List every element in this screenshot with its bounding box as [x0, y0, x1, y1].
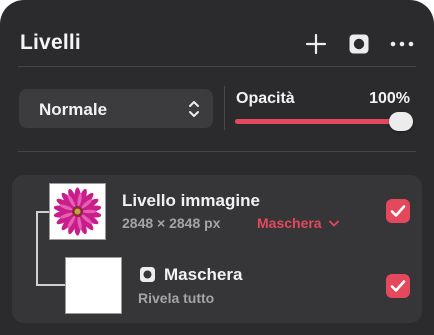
add-layer-button[interactable]: [303, 31, 329, 57]
plus-icon: [305, 33, 327, 55]
opacity-slider-fill: [235, 119, 405, 124]
opacity-label: Opacità: [236, 90, 295, 107]
mask-subtitle: Rivela tutto: [138, 290, 215, 306]
layer-row-mask[interactable]: Maschera Rivela tutto: [12, 251, 422, 323]
opacity-value: 100%: [369, 90, 410, 107]
flower-thumbnail-image: [50, 184, 105, 239]
vertical-divider: [224, 86, 225, 130]
mask-icon: [140, 267, 155, 282]
opacity-slider-thumb[interactable]: [389, 112, 413, 131]
layer-row-image[interactable]: Livello immagine 2848 × 2848 px Maschera: [12, 175, 422, 247]
mask-thumbnail: [65, 257, 122, 314]
checkmark-icon: [390, 280, 406, 292]
opacity-slider-track[interactable]: [235, 119, 405, 124]
layer-name: Livello immagine: [122, 191, 260, 210]
checkmark-icon: [390, 205, 406, 217]
blend-mode-value: Normale: [39, 100, 108, 119]
header-divider: [18, 66, 416, 67]
section-divider: [18, 151, 416, 152]
mask-visibility-checkbox[interactable]: [386, 274, 410, 298]
mask-name: Maschera: [164, 265, 243, 284]
chevron-down-icon: [329, 220, 340, 227]
layer-visibility-checkbox[interactable]: [386, 199, 410, 223]
add-mask-button[interactable]: [346, 31, 372, 57]
mask-menu-button[interactable]: Maschera: [257, 215, 340, 231]
layer-dimensions: 2848 × 2848 px: [122, 215, 221, 231]
ellipsis-icon: [390, 41, 414, 47]
mask-icon: [349, 34, 369, 54]
more-options-button[interactable]: [389, 31, 415, 57]
mask-menu-label: Maschera: [257, 215, 322, 231]
blend-mode-select[interactable]: Normale: [19, 89, 213, 128]
chevron-up-down-icon: [189, 101, 199, 117]
layers-list: Livello immagine 2848 × 2848 px Maschera: [12, 175, 422, 323]
panel-title: Livelli: [20, 31, 81, 54]
layer-thumbnail: [49, 183, 106, 240]
layers-panel: Livelli Normale Opacità 100% Livello imm…: [0, 0, 434, 335]
